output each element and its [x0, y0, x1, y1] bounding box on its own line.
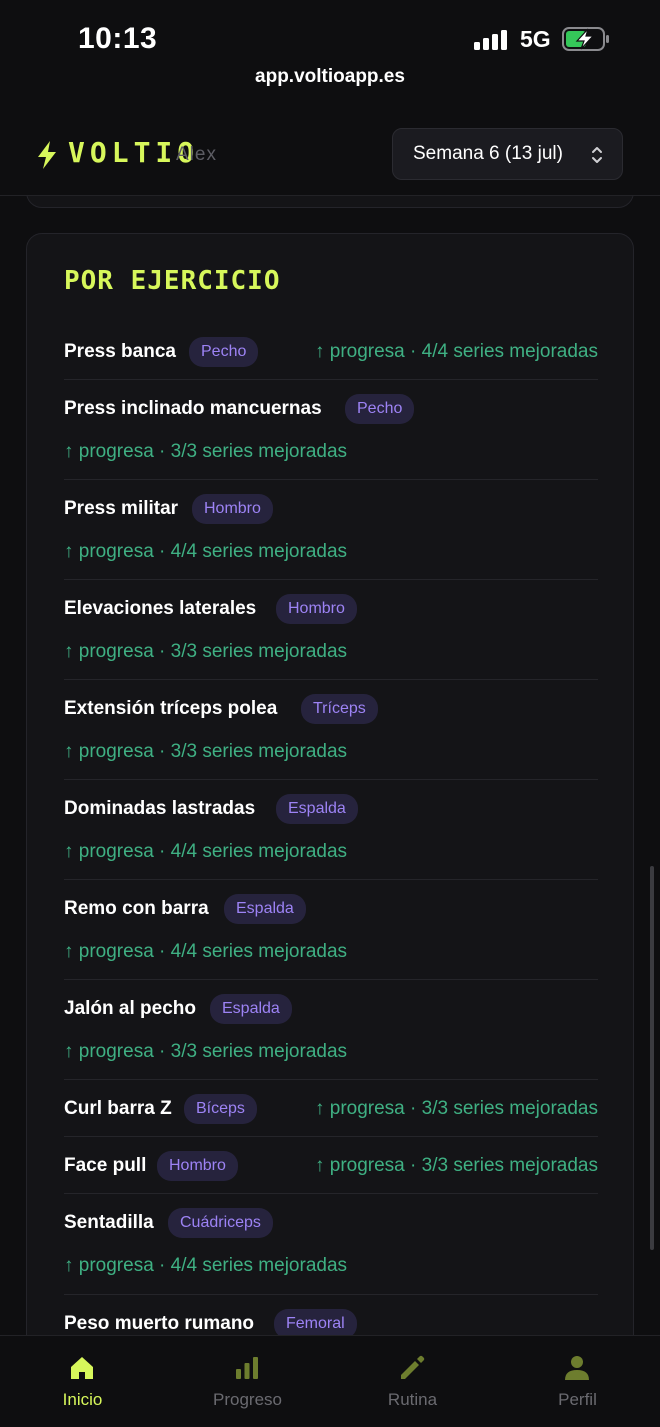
home-icon	[71, 1357, 93, 1379]
exercise-row[interactable]: Dominadas lastradas Espalda ↑ progresa ·…	[64, 780, 598, 880]
progress-status: ↑ progresa · 3/3 series mejoradas	[64, 641, 348, 662]
muscle-badge: Tríceps	[301, 694, 378, 724]
chevron-up-down-icon	[592, 147, 602, 163]
exercise-progress-card: POR EJERCICIO Press banca Pecho ↑ progre…	[26, 233, 634, 1393]
exercise-row[interactable]: Curl barra Z Bíceps ↑ progresa · 3/3 ser…	[64, 1080, 598, 1137]
muscle-badge: Hombro	[157, 1151, 238, 1181]
muscle-badge: Espalda	[276, 794, 358, 824]
app-header: VOLTIO Alex Semana 6 (13 jul)	[0, 102, 660, 196]
exercise-name: Press inclinado mancuernas	[64, 398, 322, 419]
exercise-row[interactable]: Press inclinado mancuernas Pecho ↑ progr…	[64, 380, 598, 480]
exercise-row[interactable]: Extensión tríceps polea Tríceps ↑ progre…	[64, 680, 598, 780]
bottom-tab-bar: Inicio Progreso Rutina Perfil	[0, 1335, 660, 1427]
cellular-signal-icon	[474, 30, 510, 50]
scrollbar[interactable]	[650, 866, 654, 1250]
exercise-row[interactable]: Press militar Hombro ↑ progresa · 4/4 se…	[64, 480, 598, 580]
progress-status: ↑ progresa · 4/4 series mejoradas	[64, 841, 348, 862]
tab-label: Inicio	[62, 1390, 103, 1409]
pencil-icon	[401, 1355, 425, 1379]
user-name: Alex	[176, 144, 217, 165]
progress-status: ↑ progresa · 3/3 series mejoradas	[314, 1155, 598, 1176]
tab-label: Rutina	[387, 1390, 438, 1409]
exercise-name: Dominadas lastradas	[64, 798, 256, 819]
progress-status: ↑ progresa · 4/4 series mejoradas	[314, 341, 598, 362]
tab-inicio[interactable]: Inicio	[0, 1336, 165, 1427]
exercise-name: Press banca	[64, 341, 176, 362]
tab-label: Progreso	[213, 1390, 282, 1409]
status-bar: 10:13 5G	[0, 0, 660, 66]
bolt-logo-icon	[38, 141, 56, 169]
tab-perfil[interactable]: Perfil	[495, 1336, 660, 1427]
muscle-badge: Espalda	[210, 994, 292, 1024]
exercise-name: Press militar	[64, 498, 179, 519]
progress-status: ↑ progresa · 4/4 series mejoradas	[64, 541, 348, 562]
progress-status: ↑ progresa · 3/3 series mejoradas	[314, 1098, 598, 1119]
exercise-row[interactable]: Jalón al pecho Espalda ↑ progresa · 3/3 …	[64, 980, 598, 1080]
exercise-name: Remo con barra	[64, 898, 209, 919]
exercise-row[interactable]: Sentadilla Cuádriceps ↑ progresa · 4/4 s…	[64, 1194, 598, 1295]
progress-status: ↑ progresa · 3/3 series mejoradas	[64, 441, 348, 462]
tab-rutina[interactable]: Rutina	[330, 1336, 495, 1427]
exercise-row[interactable]: Remo con barra Espalda ↑ progresa · 4/4 …	[64, 880, 598, 980]
muscle-badge: Hombro	[192, 494, 273, 524]
exercise-row[interactable]: Press banca Pecho ↑ progresa · 4/4 serie…	[64, 325, 598, 380]
progress-status: ↑ progresa · 4/4 series mejoradas	[64, 1255, 348, 1276]
exercise-name: Extensión tríceps polea	[64, 698, 278, 719]
progress-status: ↑ progresa · 3/3 series mejoradas	[64, 1041, 348, 1062]
exercise-name: Elevaciones laterales	[64, 598, 257, 619]
section-title: POR EJERCICIO	[64, 266, 281, 296]
exercise-name: Jalón al pecho	[64, 998, 196, 1019]
tab-label: Perfil	[558, 1390, 597, 1409]
muscle-badge: Cuádriceps	[168, 1208, 273, 1238]
network-type: 5G	[520, 26, 551, 52]
muscle-badge: Hombro	[276, 594, 357, 624]
tab-progreso[interactable]: Progreso	[165, 1336, 330, 1427]
bar-chart-icon	[236, 1357, 258, 1379]
battery-charging-icon	[562, 27, 609, 51]
exercise-row[interactable]: Elevaciones laterales Hombro ↑ progresa …	[64, 580, 598, 680]
status-time: 10:13	[78, 22, 158, 55]
browser-url[interactable]: app.voltioapp.es	[0, 66, 660, 102]
exercise-row[interactable]: Face pull Hombro ↑ progresa · 3/3 series…	[64, 1137, 598, 1194]
exercise-name: Curl barra Z	[64, 1098, 172, 1119]
exercise-name: Sentadilla	[64, 1212, 154, 1233]
progress-status: ↑ progresa · 3/3 series mejoradas	[64, 741, 348, 762]
person-icon	[565, 1356, 589, 1380]
exercise-name: Peso muerto rumano	[64, 1313, 255, 1334]
week-selector-value: Semana 6 (13 jul)	[413, 143, 563, 164]
muscle-badge: Bíceps	[184, 1094, 257, 1124]
muscle-badge: Pecho	[345, 394, 415, 424]
muscle-badge: Pecho	[189, 337, 259, 367]
progress-status: ↑ progresa · 4/4 series mejoradas	[64, 941, 348, 962]
exercise-name: Face pull	[64, 1155, 147, 1176]
week-selector[interactable]: Semana 6 (13 jul)	[392, 128, 623, 180]
muscle-badge: Espalda	[224, 894, 306, 924]
